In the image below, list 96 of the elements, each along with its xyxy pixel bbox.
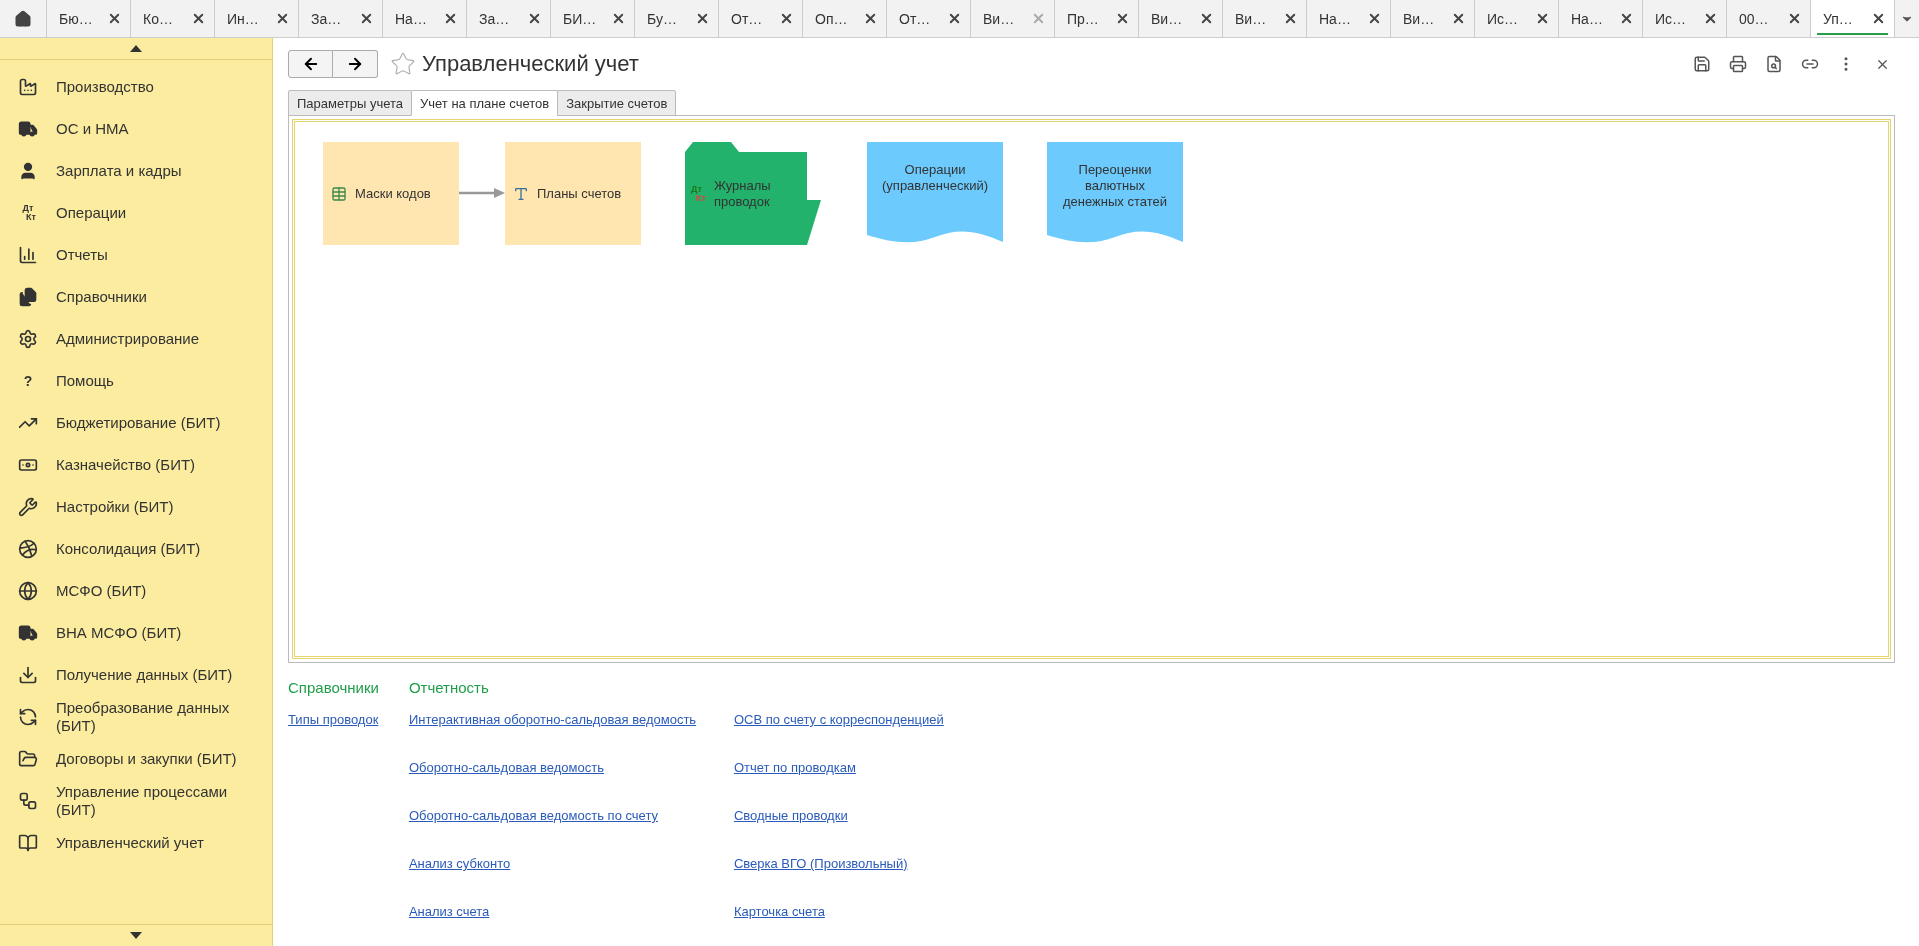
connector-arrow xyxy=(459,188,505,198)
settings-icon xyxy=(18,329,38,349)
close-icon[interactable] xyxy=(1367,11,1382,26)
close-icon[interactable] xyxy=(779,11,794,26)
close-icon[interactable] xyxy=(863,11,878,26)
forward-arrow-icon xyxy=(346,55,364,73)
truck-icon xyxy=(18,119,38,139)
close-icon[interactable] xyxy=(695,11,710,26)
close-icon[interactable] xyxy=(611,11,626,26)
sidebar-item[interactable]: ? Помощь xyxy=(0,360,272,402)
diagram-node[interactable]: Маски кодов xyxy=(323,142,459,245)
back-button[interactable] xyxy=(288,50,333,78)
home-icon xyxy=(14,9,32,28)
down-arrow-icon xyxy=(130,932,142,939)
report-link[interactable]: Оборотно-сальдовая ведомость xyxy=(408,760,724,776)
close-icon[interactable] xyxy=(1451,11,1466,26)
close-icon[interactable] xyxy=(1703,11,1718,26)
node-label: Планы счетов xyxy=(537,185,622,202)
sidebar-item[interactable]: Справочники xyxy=(0,276,272,318)
form-tab[interactable]: Закрытие счетов xyxy=(557,90,677,116)
sidebar-item[interactable]: Отчеты xyxy=(0,234,272,276)
forward-button[interactable] xyxy=(333,50,378,78)
table-icon xyxy=(331,185,347,202)
window-title: Управленческий учет xyxy=(422,51,640,77)
sidebar-item[interactable]: МСФО (БИТ) xyxy=(0,570,272,612)
close-icon[interactable] xyxy=(1787,11,1802,26)
close-icon[interactable] xyxy=(107,11,122,26)
close-icon[interactable] xyxy=(1619,11,1634,26)
close-icon[interactable] xyxy=(947,11,962,26)
tools-icon xyxy=(18,497,38,517)
report-link[interactable]: Интерактивная оборотно-сальдовая ведомость xyxy=(408,712,724,728)
close-icon[interactable] xyxy=(1283,11,1298,26)
refresh-icon xyxy=(18,707,38,727)
sidebar-item[interactable]: ОС и НМА xyxy=(0,108,272,150)
report-link[interactable]: Карточка счета xyxy=(733,904,944,920)
close-icon[interactable] xyxy=(1871,11,1886,26)
node-label: Маски кодов xyxy=(355,185,431,202)
close-icon[interactable] xyxy=(191,11,206,26)
report-link[interactable]: ОСВ по счету с корреспонденцией xyxy=(733,712,944,728)
sidebar-item[interactable]: Зарплата и кадры xyxy=(0,150,272,192)
close-icon[interactable] xyxy=(1535,11,1550,26)
report-link[interactable]: Сводные проводки xyxy=(733,808,944,824)
close-icon[interactable] xyxy=(443,11,458,26)
close-icon[interactable] xyxy=(359,11,374,26)
node-label: Операции (управленческий) xyxy=(882,162,988,194)
sidebar-item[interactable]: Производство xyxy=(0,66,272,108)
folder-shape[interactable] xyxy=(685,142,821,245)
close-icon[interactable] xyxy=(1115,11,1130,26)
report-link[interactable]: Анализ субконто xyxy=(408,856,724,872)
report-link[interactable]: Оборотно-сальдовая ведомость по счету xyxy=(408,808,724,824)
sidebar-item[interactable]: Казначейство (БИТ) xyxy=(0,444,272,486)
help-icon: ? xyxy=(18,374,38,388)
close-icon[interactable] xyxy=(1199,11,1214,26)
report-link[interactable]: Типы проводок xyxy=(288,712,379,728)
globe-icon xyxy=(18,581,38,601)
form-tab[interactable]: Параметры учета xyxy=(288,90,413,116)
sidebar-item[interactable]: ВНА МСФО (БИТ) xyxy=(0,612,272,654)
bar-chart-icon xyxy=(18,245,38,265)
book-icon xyxy=(18,833,38,853)
sidebar-item[interactable]: Настройки (БИТ) xyxy=(0,486,272,528)
up-arrow-icon xyxy=(130,45,142,52)
workflow-icon xyxy=(18,791,38,811)
ball-icon xyxy=(18,539,38,559)
report-link[interactable]: Анализ счета xyxy=(408,904,724,920)
close-icon[interactable] xyxy=(275,11,290,26)
truck-icon xyxy=(18,623,38,643)
debit-credit-icon: Дт Кт xyxy=(18,204,38,222)
section-heading: Справочники xyxy=(288,679,379,696)
sidebar-item[interactable]: Консолидация (БИТ) xyxy=(0,528,272,570)
document-shape[interactable] xyxy=(1047,142,1183,245)
report-link[interactable]: Сверка ВГО (Произвольный) xyxy=(733,856,944,872)
debit-credit-icon: Дт Кт xyxy=(691,184,706,203)
node-label: Журналы проводок xyxy=(713,177,772,210)
download-icon xyxy=(18,665,38,685)
section-heading: Отчетность xyxy=(408,679,490,696)
sidebar-item[interactable]: Договоры и закупки (БИТ) xyxy=(0,738,272,780)
sidebar-item[interactable]: Управление процессами (БИТ) xyxy=(0,780,272,822)
diagram-node[interactable]: Планы счетов xyxy=(505,142,641,245)
documents-icon xyxy=(18,287,38,307)
favorite-star-icon[interactable] xyxy=(390,51,416,77)
form-tab[interactable]: Учет на плане счетов xyxy=(411,90,559,116)
sidebar-item[interactable]: Преобразование данных (БИТ) xyxy=(0,696,272,738)
close-icon[interactable] xyxy=(527,11,542,26)
sidebar-item[interactable]: Получение данных (БИТ) xyxy=(0,654,272,696)
sidebar-item[interactable]: Управленческий учет xyxy=(0,822,272,864)
folder-icon xyxy=(18,749,38,769)
person-icon xyxy=(18,161,38,181)
sidebar-item[interactable]: Бюджетирование (БИТ) xyxy=(0,402,272,444)
factory-icon xyxy=(18,77,38,97)
sidebar-item[interactable]: Администрирование xyxy=(0,318,272,360)
sidebar-item[interactable]: Дт Кт Операции xyxy=(0,192,272,234)
node-label: Переоценки валютных денежных статей xyxy=(1063,162,1167,210)
text-icon xyxy=(513,185,529,202)
report-link[interactable]: Отчет по проводкам xyxy=(733,760,944,776)
document-shape[interactable] xyxy=(867,142,1003,245)
window-tab[interactable]: Уп… xyxy=(1811,0,1895,37)
